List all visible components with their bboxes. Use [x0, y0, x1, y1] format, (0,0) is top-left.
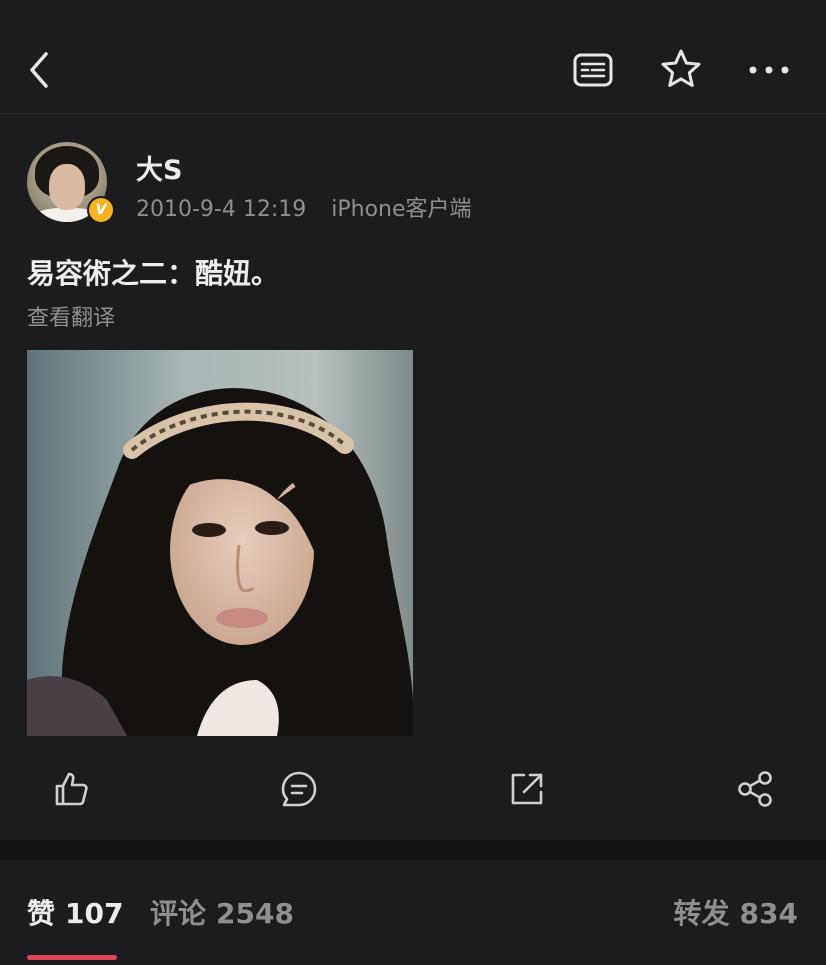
comments-label: 评论	[150, 897, 207, 930]
verified-badge: V	[87, 196, 115, 224]
tab-likes[interactable]: 赞 107	[27, 892, 123, 932]
share-icon	[738, 771, 772, 807]
active-tab-indicator	[27, 955, 117, 960]
post-text: 易容術之二：酷妞。	[27, 257, 280, 290]
comment-icon	[281, 771, 317, 807]
comments-count: 2548	[216, 897, 294, 930]
back-button[interactable]	[20, 48, 60, 92]
section-divider	[0, 840, 826, 860]
post-photo[interactable]	[27, 350, 413, 736]
share-button[interactable]	[730, 764, 780, 814]
photo-portrait-image	[27, 350, 413, 736]
action-bar	[0, 754, 826, 824]
reader-icon	[573, 53, 613, 87]
tab-reposts[interactable]: 转发 834	[674, 892, 798, 932]
favorite-button[interactable]	[658, 46, 704, 92]
author-name[interactable]: 大S	[136, 148, 182, 187]
reposts-count: 834	[739, 897, 798, 930]
likes-label: 赞	[27, 897, 56, 930]
thumbs-up-icon	[55, 772, 88, 806]
translate-link[interactable]: 查看翻译	[27, 300, 115, 332]
repost-icon	[511, 773, 543, 805]
back-chevron-icon	[30, 52, 48, 88]
more-icon	[749, 66, 789, 74]
repost-button[interactable]	[502, 764, 552, 814]
post-card: V 大S 2010-9-4 12:19 iPhone客户端 易容術之二：酷妞。 …	[0, 114, 826, 840]
post-timestamp: 2010-9-4 12:19	[136, 197, 307, 222]
comment-button[interactable]	[274, 764, 324, 814]
post-source: iPhone客户端	[331, 197, 472, 222]
reposts-label: 转发	[673, 897, 730, 930]
author-avatar[interactable]: V	[27, 142, 115, 224]
like-button[interactable]	[46, 764, 96, 814]
more-options-button[interactable]	[746, 48, 792, 92]
reader-mode-button[interactable]	[570, 48, 616, 92]
star-icon	[661, 49, 701, 87]
likes-count: 107	[65, 897, 124, 930]
post-meta: 2010-9-4 12:19 iPhone客户端	[136, 191, 472, 223]
stats-tabs: 赞 107 评论 2548 转发 834	[0, 860, 826, 965]
tab-comments[interactable]: 评论 2548	[150, 892, 294, 932]
top-nav-bar	[0, 0, 826, 114]
